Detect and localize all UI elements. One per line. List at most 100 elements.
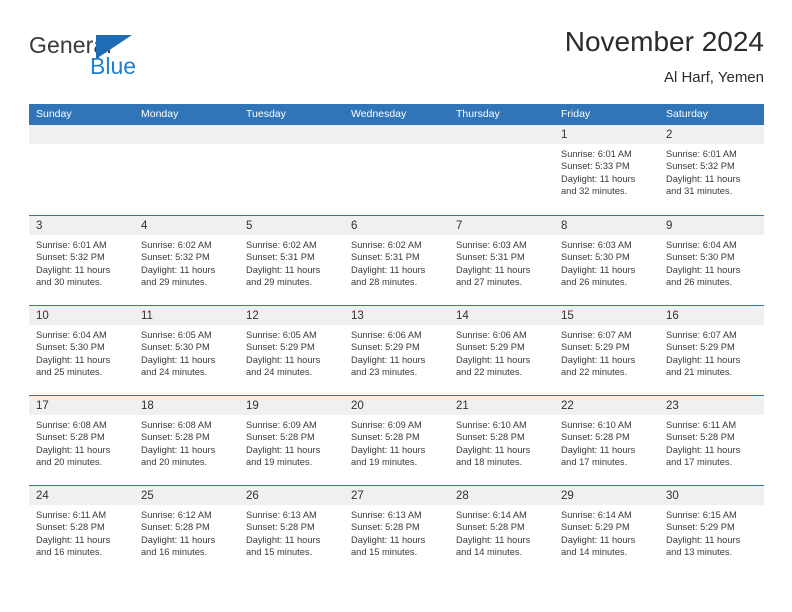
day-number: 2	[666, 129, 673, 141]
day-sun-info: Sunrise: 6:07 AM Sunset: 5:29 PM Daylight:…	[554, 325, 659, 379]
page-header: General Blue November 2024 Al Harf, Yeme…	[29, 24, 764, 96]
calendar-body: 1 Sunrise: 6:01 AM Sunset: 5:33 PM Daylight…	[29, 125, 764, 575]
calendar-day-cell[interactable]: 29 Sunrise: 6:14 AM Sunset: 5:29 PM Dayligh…	[554, 486, 659, 575]
daylight-text: Daylight: 11 hours and 22 minutes.	[561, 354, 636, 378]
calendar-day-cell[interactable]: 13 Sunrise: 6:06 AM Sunset: 5:29 PM Dayligh…	[344, 306, 449, 395]
sunrise-text: Sunrise: 6:11 AM	[36, 510, 107, 520]
day-number: 27	[351, 490, 364, 502]
calendar-grid: Sunday Monday Tuesday Wednesday Thursday Frid…	[29, 104, 764, 575]
calendar-day-cell[interactable]: 5 Sunrise: 6:02 AM Sunset: 5:31 PM Daylight…	[239, 216, 344, 305]
sunrise-text: Sunrise: 6:02 AM	[141, 240, 212, 250]
day-number-band: 3	[29, 216, 134, 235]
calendar-day-cell[interactable]: 2 Sunrise: 6:01 AM Sunset: 5:32 PM Daylight…	[659, 125, 764, 215]
calendar-day-cell[interactable]: 24 Sunrise: 6:11 AM Sunset: 5:28 PM Dayligh…	[29, 486, 134, 575]
sunset-text: Sunset: 5:28 PM	[666, 432, 735, 443]
calendar-day-cell[interactable]: 12 Sunrise: 6:05 AM Sunset: 5:29 PM Dayligh…	[239, 306, 344, 395]
daylight-text: Daylight: 11 hours and 23 minutes.	[351, 354, 426, 378]
sunset-text: Sunset: 5:28 PM	[456, 432, 525, 443]
sunset-text: Sunset: 5:29 PM	[666, 522, 735, 533]
calendar-day-cell[interactable]: 3 Sunrise: 6:01 AM Sunset: 5:32 PM Daylight…	[29, 216, 134, 305]
day-number: 13	[351, 310, 364, 322]
calendar-day-cell-empty	[344, 125, 449, 215]
day-number: 22	[561, 400, 574, 412]
day-number-band: 9	[659, 216, 764, 235]
sunset-text: Sunset: 5:28 PM	[141, 432, 210, 443]
sunset-text: Sunset: 5:32 PM	[36, 252, 105, 263]
sunset-text: Sunset: 5:29 PM	[456, 342, 525, 353]
sunrise-text: Sunrise: 6:05 AM	[246, 330, 317, 340]
sunrise-text: Sunrise: 6:07 AM	[666, 330, 737, 340]
calendar-day-cell[interactable]: 14 Sunrise: 6:06 AM Sunset: 5:29 PM Dayligh…	[449, 306, 554, 395]
sunrise-text: Sunrise: 6:14 AM	[561, 510, 632, 520]
day-sun-info: Sunrise: 6:12 AM Sunset: 5:28 PM Daylight:…	[134, 505, 239, 559]
sunrise-text: Sunrise: 6:13 AM	[351, 510, 422, 520]
calendar-day-cell[interactable]: 17 Sunrise: 6:08 AM Sunset: 5:28 PM Dayligh…	[29, 396, 134, 485]
sunrise-text: Sunrise: 6:09 AM	[246, 420, 317, 430]
sunset-text: Sunset: 5:29 PM	[351, 342, 420, 353]
page-subtitle: Al Harf, Yemen	[663, 69, 764, 86]
calendar-day-cell[interactable]: 1 Sunrise: 6:01 AM Sunset: 5:33 PM Daylight…	[554, 125, 659, 215]
day-number-band: 21	[449, 396, 554, 415]
day-number-band: 11	[134, 306, 239, 325]
day-number-band: 22	[554, 396, 659, 415]
sunrise-text: Sunrise: 6:06 AM	[351, 330, 422, 340]
calendar-day-cell[interactable]: 20 Sunrise: 6:09 AM Sunset: 5:28 PM Dayligh…	[344, 396, 449, 485]
daylight-text: Daylight: 11 hours and 20 minutes.	[141, 444, 216, 468]
calendar-day-cell[interactable]: 22 Sunrise: 6:10 AM Sunset: 5:28 PM Dayligh…	[554, 396, 659, 485]
calendar-day-cell[interactable]: 26 Sunrise: 6:13 AM Sunset: 5:28 PM Dayligh…	[239, 486, 344, 575]
day-sun-info: Sunrise: 6:11 AM Sunset: 5:28 PM Daylight:…	[29, 505, 134, 559]
sunrise-text: Sunrise: 6:04 AM	[666, 240, 737, 250]
weekday-header-friday: Friday	[561, 108, 591, 120]
calendar-day-cell[interactable]: 28 Sunrise: 6:14 AM Sunset: 5:28 PM Dayligh…	[449, 486, 554, 575]
calendar-week-row: 24 Sunrise: 6:11 AM Sunset: 5:28 PM Dayligh…	[29, 485, 764, 575]
sunrise-text: Sunrise: 6:01 AM	[561, 149, 632, 159]
calendar-day-cell[interactable]: 4 Sunrise: 6:02 AM Sunset: 5:32 PM Daylight…	[134, 216, 239, 305]
day-number: 7	[456, 220, 463, 232]
brand-logo[interactable]: General Blue	[29, 32, 259, 92]
calendar-day-cell[interactable]: 30 Sunrise: 6:15 AM Sunset: 5:29 PM Dayligh…	[659, 486, 764, 575]
sunrise-text: Sunrise: 6:10 AM	[561, 420, 632, 430]
day-number-band	[344, 125, 449, 144]
calendar-day-cell[interactable]: 9 Sunrise: 6:04 AM Sunset: 5:30 PM Daylight…	[659, 216, 764, 305]
sunset-text: Sunset: 5:30 PM	[666, 252, 735, 263]
calendar-day-cell[interactable]: 7 Sunrise: 6:03 AM Sunset: 5:31 PM Daylight…	[449, 216, 554, 305]
daylight-text: Daylight: 11 hours and 21 minutes.	[666, 354, 741, 378]
calendar-day-cell[interactable]: 21 Sunrise: 6:10 AM Sunset: 5:28 PM Dayligh…	[449, 396, 554, 485]
day-sun-info: Sunrise: 6:02 AM Sunset: 5:31 PM Daylight:…	[239, 235, 344, 289]
calendar-day-cell[interactable]: 15 Sunrise: 6:07 AM Sunset: 5:29 PM Dayligh…	[554, 306, 659, 395]
day-number: 28	[456, 490, 469, 502]
sunset-text: Sunset: 5:30 PM	[141, 342, 210, 353]
day-sun-info: Sunrise: 6:02 AM Sunset: 5:32 PM Daylight:…	[134, 235, 239, 289]
day-sun-info: Sunrise: 6:01 AM Sunset: 5:32 PM Daylight:…	[659, 144, 764, 198]
calendar-day-cell[interactable]: 11 Sunrise: 6:05 AM Sunset: 5:30 PM Dayligh…	[134, 306, 239, 395]
day-number: 15	[561, 310, 574, 322]
calendar-day-cell[interactable]: 8 Sunrise: 6:03 AM Sunset: 5:30 PM Daylight…	[554, 216, 659, 305]
day-sun-info: Sunrise: 6:10 AM Sunset: 5:28 PM Daylight:…	[554, 415, 659, 469]
calendar-day-cell[interactable]: 18 Sunrise: 6:08 AM Sunset: 5:28 PM Dayligh…	[134, 396, 239, 485]
day-sun-info: Sunrise: 6:05 AM Sunset: 5:30 PM Daylight:…	[134, 325, 239, 379]
sunrise-text: Sunrise: 6:01 AM	[36, 240, 107, 250]
calendar-day-cell[interactable]: 16 Sunrise: 6:07 AM Sunset: 5:29 PM Dayligh…	[659, 306, 764, 395]
day-sun-info: Sunrise: 6:06 AM Sunset: 5:29 PM Daylight:…	[344, 325, 449, 379]
sunset-text: Sunset: 5:32 PM	[666, 161, 735, 172]
day-number: 25	[141, 490, 154, 502]
day-number-band: 20	[344, 396, 449, 415]
daylight-text: Daylight: 11 hours and 19 minutes.	[351, 444, 426, 468]
calendar-day-cell[interactable]: 23 Sunrise: 6:11 AM Sunset: 5:28 PM Dayligh…	[659, 396, 764, 485]
day-sun-info: Sunrise: 6:08 AM Sunset: 5:28 PM Daylight:…	[134, 415, 239, 469]
sunset-text: Sunset: 5:28 PM	[141, 522, 210, 533]
day-number: 18	[141, 400, 154, 412]
weekday-header-sunday: Sunday	[36, 108, 72, 120]
day-number: 17	[36, 400, 49, 412]
day-number: 19	[246, 400, 259, 412]
calendar-day-cell-empty	[239, 125, 344, 215]
day-sun-info: Sunrise: 6:01 AM Sunset: 5:32 PM Daylight:…	[29, 235, 134, 289]
calendar-day-cell[interactable]: 10 Sunrise: 6:04 AM Sunset: 5:30 PM Dayligh…	[29, 306, 134, 395]
calendar-day-cell[interactable]: 6 Sunrise: 6:02 AM Sunset: 5:31 PM Daylight…	[344, 216, 449, 305]
calendar-day-cell[interactable]: 27 Sunrise: 6:13 AM Sunset: 5:28 PM Dayligh…	[344, 486, 449, 575]
day-number-band	[134, 125, 239, 144]
calendar-day-cell[interactable]: 25 Sunrise: 6:12 AM Sunset: 5:28 PM Dayligh…	[134, 486, 239, 575]
weekday-header-row: Sunday Monday Tuesday Wednesday Thursday Frid…	[29, 104, 764, 125]
day-number-band: 15	[554, 306, 659, 325]
calendar-day-cell[interactable]: 19 Sunrise: 6:09 AM Sunset: 5:28 PM Dayligh…	[239, 396, 344, 485]
